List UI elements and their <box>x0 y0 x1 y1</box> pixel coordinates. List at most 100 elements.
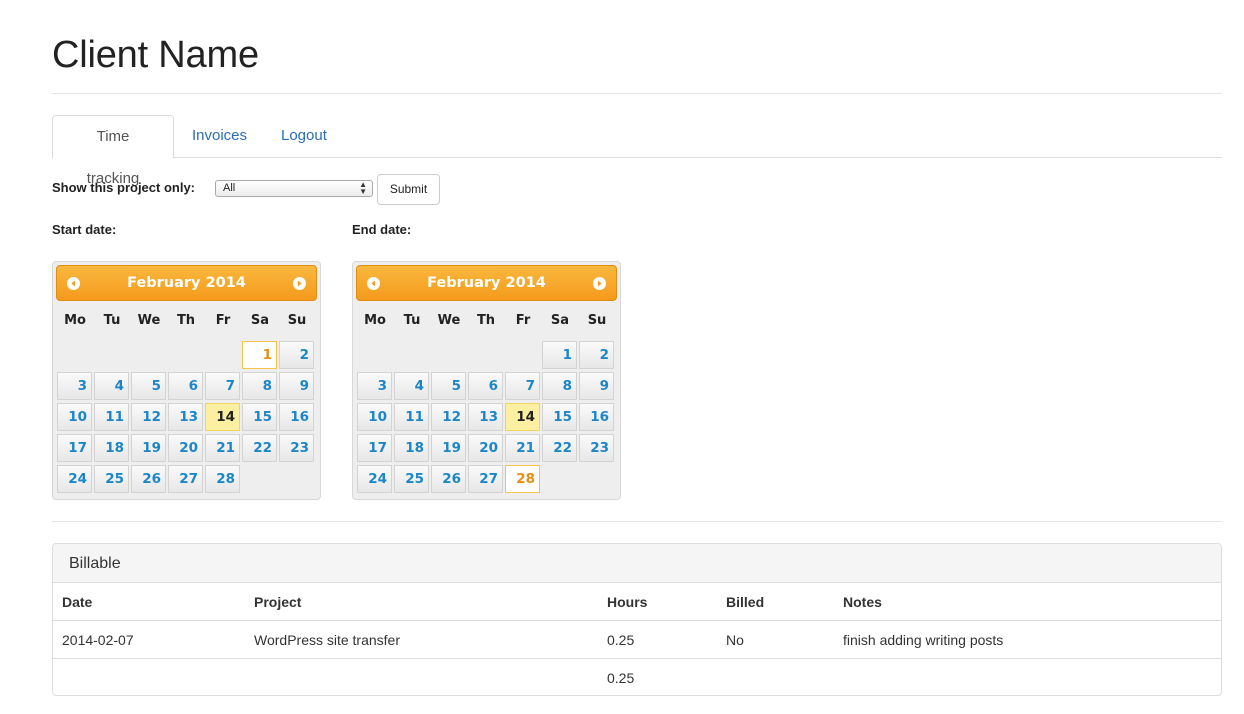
project-filter-label: Show this project only: <box>52 180 196 195</box>
column-header-billed: Billed <box>726 594 765 610</box>
calendar-header: February 2014 <box>56 265 317 301</box>
weekday-header: Tu <box>403 313 421 328</box>
calendar-day[interactable]: 3 <box>357 372 392 400</box>
weekday-header: Tu <box>103 313 121 328</box>
project-select-value: All <box>223 182 236 194</box>
nav-tabs: Time tracking Invoices Logout <box>52 115 1222 187</box>
calendar-day[interactable]: 14 <box>505 403 540 431</box>
calendar-day[interactable]: 19 <box>431 434 466 462</box>
calendar-day[interactable]: 8 <box>242 372 277 400</box>
calendar-day[interactable]: 18 <box>394 434 429 462</box>
calendar-day[interactable]: 2 <box>279 341 314 369</box>
next-month-icon[interactable] <box>593 277 606 290</box>
calendar-day[interactable]: 24 <box>57 465 92 493</box>
calendar-day[interactable]: 20 <box>168 434 203 462</box>
next-month-icon[interactable] <box>293 277 306 290</box>
calendar-day[interactable]: 17 <box>357 434 392 462</box>
calendar-day[interactable]: 5 <box>131 372 166 400</box>
calendar-day[interactable]: 13 <box>468 403 503 431</box>
prev-month-icon[interactable] <box>367 277 380 290</box>
column-header-date: Date <box>62 594 93 610</box>
calendar-day[interactable]: 28 <box>205 465 240 493</box>
weekday-header: Sa <box>250 313 270 328</box>
calendar-day[interactable]: 9 <box>579 372 614 400</box>
calendar-day[interactable]: 5 <box>431 372 466 400</box>
calendar-day[interactable]: 17 <box>57 434 92 462</box>
tab-logout[interactable]: Logout <box>265 115 343 158</box>
column-header-notes: Notes <box>843 594 882 610</box>
calendar-day[interactable]: 4 <box>94 372 129 400</box>
prev-month-icon[interactable] <box>67 277 80 290</box>
calendar-day[interactable]: 27 <box>168 465 203 493</box>
calendar-day[interactable]: 25 <box>394 465 429 493</box>
cell-hours: 0.25 <box>607 632 635 648</box>
calendar-day[interactable]: 15 <box>542 403 577 431</box>
calendar-day[interactable]: 11 <box>94 403 129 431</box>
weekday-header: Th <box>176 313 196 328</box>
divider <box>52 93 1222 94</box>
calendar-day[interactable]: 21 <box>505 434 540 462</box>
start-date-calendar: February 2014 Mo Tu We Th Fr Sa Su 1 2 3 4 5 6 7 8 9 10 1… <box>52 261 321 500</box>
calendar-day[interactable]: 21 <box>205 434 240 462</box>
tab-invoices[interactable]: Invoices <box>176 115 263 158</box>
calendar-day[interactable]: 25 <box>94 465 129 493</box>
calendar-day[interactable]: 22 <box>542 434 577 462</box>
calendar-day[interactable]: 1 <box>242 341 277 369</box>
calendar-day[interactable]: 7 <box>205 372 240 400</box>
calendar-day[interactable]: 9 <box>279 372 314 400</box>
calendar-day[interactable]: 7 <box>505 372 540 400</box>
calendar-day[interactable]: 12 <box>431 403 466 431</box>
cell-billed: No <box>726 632 744 648</box>
calendar-day[interactable]: 14 <box>205 403 240 431</box>
calendar-day[interactable]: 1 <box>542 341 577 369</box>
weekday-header: Su <box>287 313 307 328</box>
calendar-day[interactable]: 26 <box>131 465 166 493</box>
calendar-day[interactable]: 6 <box>168 372 203 400</box>
table-row: 2014-02-07 WordPress site transfer 0.25 … <box>53 621 1221 659</box>
weekday-header: Mo <box>64 313 86 328</box>
cell-date: 2014-02-07 <box>62 632 134 648</box>
calendar-day[interactable]: 18 <box>94 434 129 462</box>
calendar-day[interactable]: 6 <box>468 372 503 400</box>
submit-button[interactable]: Submit <box>377 174 440 205</box>
calendar-day[interactable]: 2 <box>579 341 614 369</box>
calendar-day[interactable]: 28 <box>505 465 540 493</box>
calendar-day[interactable]: 19 <box>131 434 166 462</box>
calendar-day[interactable]: 11 <box>394 403 429 431</box>
weekday-header: Su <box>587 313 607 328</box>
calendar-day[interactable]: 12 <box>131 403 166 431</box>
calendar-day[interactable]: 23 <box>579 434 614 462</box>
billable-panel: Billable Date Project Hours Billed Notes… <box>52 543 1222 696</box>
billable-heading: Billable <box>53 544 1221 583</box>
calendar-day[interactable]: 26 <box>431 465 466 493</box>
calendar-day[interactable]: 22 <box>242 434 277 462</box>
weekday-header: We <box>137 313 161 328</box>
column-header-project: Project <box>254 594 302 610</box>
calendar-day[interactable]: 3 <box>57 372 92 400</box>
calendar-day[interactable]: 16 <box>579 403 614 431</box>
calendar-day[interactable]: 20 <box>468 434 503 462</box>
end-date-label: End date: <box>352 222 412 237</box>
table-header-row: Date Project Hours Billed Notes <box>53 583 1221 621</box>
calendar-day[interactable]: 13 <box>168 403 203 431</box>
calendar-day[interactable]: 4 <box>394 372 429 400</box>
calendar-day[interactable]: 27 <box>468 465 503 493</box>
calendar-day[interactable]: 15 <box>242 403 277 431</box>
select-arrows-icon: ▲ ▼ <box>359 180 367 196</box>
weekday-header: Mo <box>364 313 386 328</box>
column-header-hours: Hours <box>607 594 648 610</box>
calendar-day[interactable]: 23 <box>279 434 314 462</box>
project-select[interactable]: All ▲ ▼ <box>215 180 373 197</box>
tab-time-tracking[interactable]: Time tracking <box>52 115 174 187</box>
weekday-header: Sa <box>550 313 570 328</box>
page-title: Client Name <box>52 34 259 76</box>
divider <box>52 521 1222 522</box>
end-date-calendar: February 2014 Mo Tu We Th Fr Sa Su 1 2 3 4 5 6 7 8 9 10 1… <box>352 261 621 500</box>
calendar-month-label: February 2014 <box>427 275 546 291</box>
calendar-day[interactable]: 10 <box>357 403 392 431</box>
calendar-day[interactable]: 24 <box>357 465 392 493</box>
calendar-day[interactable]: 10 <box>57 403 92 431</box>
weekday-header: Fr <box>515 313 531 328</box>
calendar-day[interactable]: 8 <box>542 372 577 400</box>
calendar-day[interactable]: 16 <box>279 403 314 431</box>
